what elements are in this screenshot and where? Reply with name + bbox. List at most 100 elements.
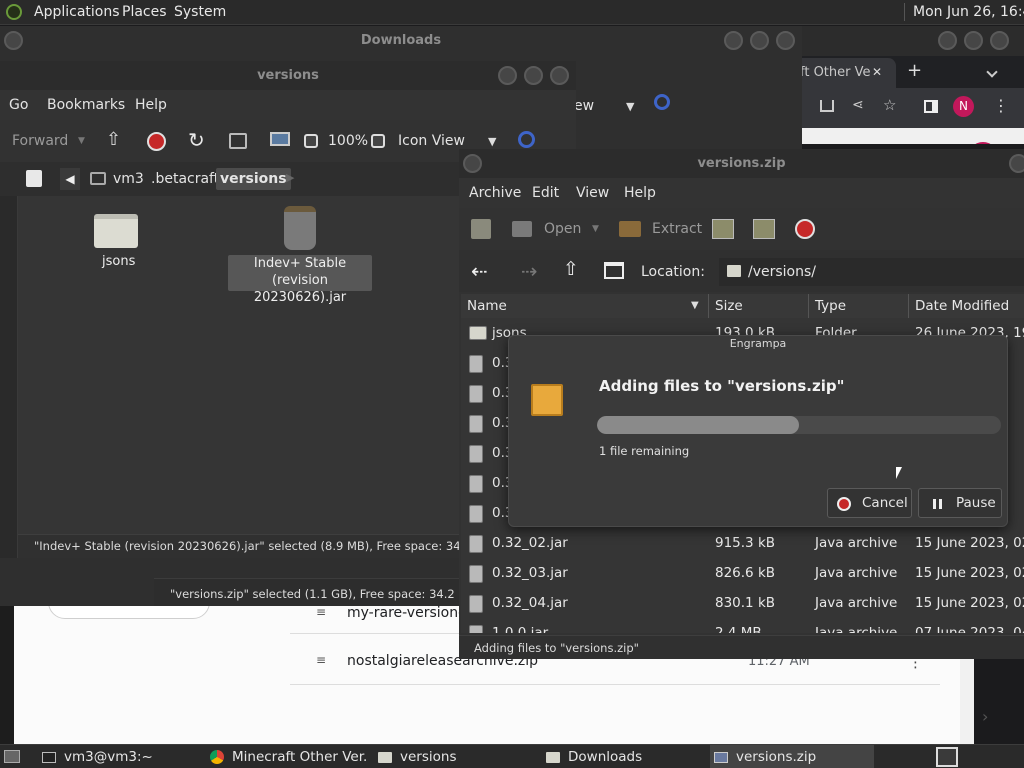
menu-help[interactable]: Help [624, 185, 656, 201]
versions-maximize-button[interactable] [524, 66, 543, 85]
downloads-titlebar[interactable]: Downloads [0, 26, 802, 55]
menu-system[interactable]: System [174, 4, 226, 20]
downloads-view-menu[interactable]: ew [574, 98, 594, 114]
view-mode-select[interactable]: Icon View [398, 133, 465, 149]
chevron-left-icon[interactable]: ◀ [60, 168, 80, 190]
forward-icon[interactable]: ⇢ [521, 259, 538, 283]
reload-icon[interactable]: ↻ [188, 128, 205, 152]
side-panel-icon[interactable] [924, 100, 938, 113]
browser-menu-icon[interactable]: ⋮ [993, 96, 1009, 115]
search-icon[interactable] [518, 131, 535, 148]
downloads-minimize-button[interactable] [724, 31, 743, 50]
bottom-taskbar: vm3@vm3:~ Minecraft Other Ver... versions D… [0, 744, 1024, 768]
archive-menu-button[interactable] [463, 154, 482, 173]
new-archive-icon[interactable] [471, 219, 491, 239]
sidebar-edge [0, 196, 18, 558]
browser-maximize-button[interactable] [964, 31, 983, 50]
chevron-right-icon[interactable]: › [982, 707, 988, 726]
menu-view[interactable]: View [576, 185, 609, 201]
column-size[interactable]: Size [709, 294, 809, 318]
menu-archive[interactable]: Archive [469, 185, 521, 201]
column-type[interactable]: Type [809, 294, 909, 318]
table-row[interactable]: 0.32_03.jar 826.6 kB Java archive 15 June 2… [461, 558, 1024, 588]
avatar[interactable]: N [953, 96, 974, 117]
browser-close-button[interactable] [990, 31, 1009, 50]
breadcrumb-vm3[interactable]: vm3 [113, 171, 144, 187]
stop-icon[interactable] [147, 132, 166, 151]
zoom-in-icon[interactable] [371, 134, 385, 148]
table-row[interactable]: 0.32_02.jar 915.3 kB Java archive 15 June 2… [461, 528, 1024, 558]
downloads-close-button[interactable] [776, 31, 795, 50]
folder-icon [94, 214, 138, 248]
clock[interactable]: Mon Jun 26, 16:46 [913, 4, 1024, 20]
workspace-switcher-icon[interactable] [936, 747, 958, 767]
add-files-icon[interactable] [712, 219, 734, 239]
table-row[interactable]: 1.0.0.jar 2.4 MB Java archive 07 June 2023,… [461, 618, 1024, 633]
browser-minimize-button[interactable] [938, 31, 957, 50]
open-icon[interactable] [512, 221, 532, 237]
home-icon[interactable] [229, 133, 247, 149]
view-mode-dropdown-icon[interactable]: ▼ [488, 135, 496, 148]
back-icon[interactable]: ⇠ [471, 259, 488, 283]
show-desktop-icon[interactable] [4, 750, 20, 763]
extract-icon[interactable] [619, 221, 641, 237]
add-folder-icon[interactable] [753, 219, 775, 239]
chevron-down-icon[interactable] [986, 66, 998, 78]
pause-button[interactable]: Pause [918, 488, 1002, 518]
extract-button[interactable]: Extract [652, 221, 702, 237]
bookmark-star-icon[interactable]: ☆ [883, 96, 896, 114]
taskbar-item[interactable]: Minecraft Other Ver... [206, 745, 366, 768]
up-arrow-icon[interactable]: ⇧ [106, 129, 121, 150]
versions-titlebar[interactable]: versions [0, 61, 576, 90]
download-item-name[interactable]: my-rare-version- [347, 605, 463, 621]
home-icon[interactable] [604, 262, 624, 279]
new-tab-button[interactable]: + [907, 60, 922, 81]
menu-go[interactable]: Go [9, 97, 28, 113]
archive-close-button[interactable] [1009, 154, 1024, 173]
jar-icon [284, 206, 316, 250]
zoom-out-icon[interactable] [304, 134, 318, 148]
open-button[interactable]: Open [544, 221, 581, 237]
taskbar-item[interactable]: Downloads [542, 745, 702, 768]
up-arrow-icon[interactable]: ⇧ [563, 258, 579, 280]
menu-bookmarks[interactable]: Bookmarks [47, 97, 125, 113]
menu-places[interactable]: Places [122, 4, 167, 20]
versions-minimize-button[interactable] [498, 66, 517, 85]
table-row[interactable]: 0.32_04.jar 830.1 kB Java archive 15 June 2… [461, 588, 1024, 618]
menu-edit[interactable]: Edit [532, 185, 559, 201]
archive-titlebar[interactable]: versions.zip [459, 149, 1024, 178]
forward-button[interactable]: Forward [12, 133, 68, 149]
breadcrumb-versions[interactable]: versions [216, 168, 291, 190]
cancel-button[interactable]: Cancel [827, 488, 912, 518]
taskbar-item[interactable]: versions.zip [710, 745, 874, 768]
versions-close-button[interactable] [550, 66, 569, 85]
browser-tab[interactable]: ft Other Ve ✕ [800, 58, 896, 88]
install-app-icon[interactable] [820, 100, 834, 112]
search-icon[interactable] [654, 94, 670, 110]
view-dropdown-icon[interactable]: ▼ [626, 100, 634, 113]
jar-item[interactable]: Indev+ Stable (revision 20230626).jar [228, 204, 372, 305]
stop-icon[interactable] [795, 219, 815, 239]
downloads-menu-button[interactable] [4, 31, 23, 50]
tab-close-icon[interactable]: ✕ [872, 65, 882, 79]
taskbar-item[interactable]: versions [374, 745, 534, 768]
file-list-icon: ≡ [316, 653, 327, 667]
location-field[interactable]: /versions/ [719, 258, 1024, 286]
folder-item[interactable]: jsons [88, 208, 144, 274]
archive-status-text: Adding files to "versions.zip" [474, 641, 639, 655]
downloads-maximize-button[interactable] [750, 31, 769, 50]
menu-help[interactable]: Help [135, 97, 167, 113]
column-date[interactable]: Date Modified [909, 294, 1024, 318]
package-icon [531, 384, 563, 416]
breadcrumb-betacraft[interactable]: .betacraft [151, 171, 219, 187]
share-icon[interactable]: ⋖ [852, 97, 864, 113]
chevron-right-icon[interactable]: ▶ [286, 171, 294, 184]
column-name[interactable]: Name [461, 294, 709, 318]
menu-applications[interactable]: Applications [34, 4, 120, 20]
distro-logo-icon[interactable] [6, 4, 22, 20]
edit-location-icon[interactable] [26, 170, 42, 187]
computer-icon[interactable] [270, 132, 290, 146]
forward-dropdown-icon[interactable]: ▼ [78, 136, 85, 146]
open-dropdown-icon[interactable]: ▼ [592, 224, 599, 234]
taskbar-item[interactable]: vm3@vm3:~ [38, 745, 198, 768]
